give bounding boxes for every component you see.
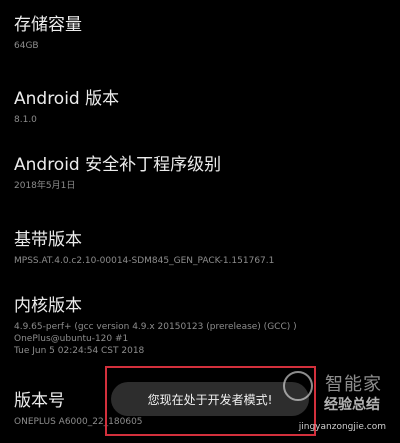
- kernel-item[interactable]: 内核版本 4.9.65-perf+ (gcc version 4.9.x 201…: [14, 295, 390, 357]
- security-patch-item[interactable]: Android 安全补丁程序级别 2018年5月1日: [14, 154, 390, 192]
- kernel-value-line-3: Tue Jun 5 02:24:54 CST 2018: [14, 346, 145, 356]
- android-version-value: 8.1.0: [14, 115, 37, 125]
- storage-value: 64GB: [14, 41, 39, 51]
- android-version-title: Android 版本: [14, 89, 120, 109]
- android-version-item[interactable]: Android 版本 8.1.0: [14, 88, 390, 126]
- toast-message: 您现在处于开发者模式!: [147, 392, 273, 407]
- security-patch-title: Android 安全补丁程序级别: [14, 155, 222, 175]
- kernel-value-line-1: 4.9.65-perf+ (gcc version 4.9.x 20150123…: [14, 322, 297, 332]
- kernel-value-line-2: OnePlus@ubuntu-120 #1: [14, 334, 129, 344]
- kernel-title: 内核版本: [14, 296, 82, 316]
- storage-item[interactable]: 存储容量 64GB: [14, 14, 390, 52]
- baseband-item[interactable]: 基带版本 MPSS.AT.4.0.c2.10-00014-SDM845_GEN_…: [14, 229, 390, 267]
- baseband-value: MPSS.AT.4.0.c2.10-00014-SDM845_GEN_PACK-…: [14, 256, 275, 266]
- baseband-title: 基带版本: [14, 230, 82, 250]
- security-patch-value: 2018年5月1日: [14, 181, 76, 191]
- developer-mode-toast: 您现在处于开发者模式!: [111, 382, 309, 416]
- storage-title: 存储容量: [14, 15, 82, 35]
